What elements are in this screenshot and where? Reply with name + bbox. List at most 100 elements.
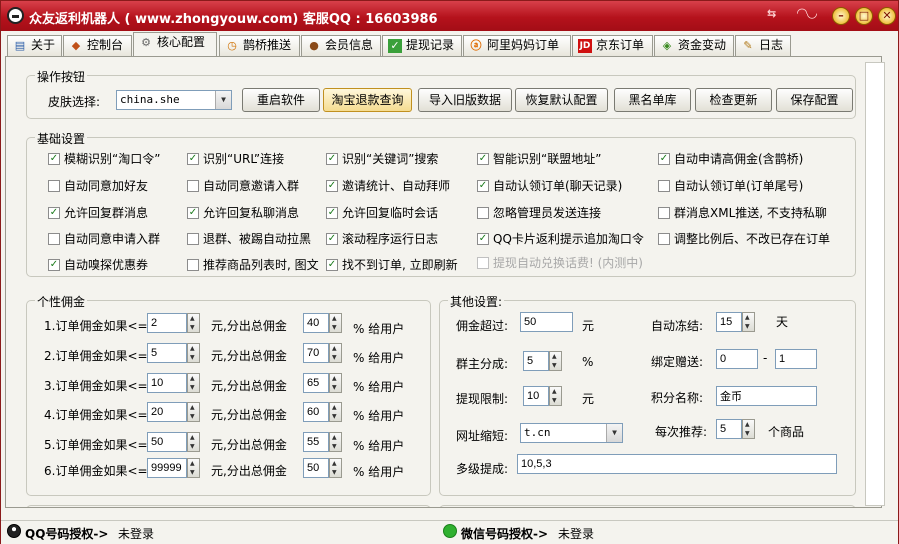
tier6-amount-spinner[interactable] <box>187 458 200 478</box>
tier1-amount-input[interactable] <box>147 313 187 333</box>
window-title: 众友返利机器人 ( www.zhongyouw.com) 客服QQ : 1660… <box>29 12 438 27</box>
checkbox-recognize-keyword[interactable]: ✓ 识别“关键词”搜索 <box>326 151 438 167</box>
blacklist-button[interactable]: 黑名单库 <box>614 88 691 112</box>
tier2-amount-input[interactable] <box>147 343 187 363</box>
save-config-button[interactable]: 保存配置 <box>776 88 853 112</box>
checkbox-recognize-url[interactable]: ✓ 识别“URL”连接 <box>187 151 284 167</box>
tab-jd-orders[interactable]: JD 京东订单 <box>572 35 653 56</box>
checkbox-ignore-admin-links[interactable]: 忽略管理员发送连接 <box>477 205 601 221</box>
next-group-right <box>439 505 856 507</box>
skin-select[interactable]: china.she ▼ <box>116 90 232 110</box>
checkbox-reply-group[interactable]: ✓ 允许回复群消息 <box>48 205 148 221</box>
chevron-down-icon[interactable]: ▼ <box>606 424 622 442</box>
tab-fund-changes[interactable]: ◈ 资金变动 <box>654 35 734 56</box>
tab-withdraw-record[interactable]: ✓ 提现记录 <box>382 35 462 56</box>
tier2-amount-spinner[interactable] <box>187 343 200 363</box>
check-icon: ✓ <box>388 39 402 53</box>
tier5-percent-spinner[interactable] <box>329 432 342 452</box>
checkbox-refresh-missing-order[interactable]: ✓ 找不到订单, 立即刷新 <box>326 257 458 273</box>
status-bar: QQ号码授权-> 未登录 微信号码授权-> 未登录 <box>1 520 898 544</box>
tier4-amount-spinner[interactable] <box>187 402 200 422</box>
bind-gift-min-input[interactable] <box>716 349 758 369</box>
tier3-percent-spinner[interactable] <box>329 373 342 393</box>
checkbox-smart-union-address[interactable]: ✓ 智能识别“联盟地址” <box>477 151 601 167</box>
checkbox-auto-high-commission[interactable]: ✓ 自动申请高佣金(含鹊桥) <box>658 151 803 167</box>
taobao-refund-query-button[interactable]: 淘宝退款查询 <box>323 88 412 112</box>
tier6-amount-input[interactable] <box>147 458 187 478</box>
multi-level-label: 多级提成: <box>456 462 509 476</box>
tier5-amount-spinner[interactable] <box>187 432 200 452</box>
tier-label: 5.订单佣金如果<= <box>44 438 148 452</box>
restore-default-button[interactable]: 恢复默认配置 <box>515 88 608 112</box>
skin-swirl-icon[interactable]: ◠◡ <box>797 6 817 21</box>
checkbox-auto-claim-chat[interactable]: ✓ 自动认领订单(聊天记录) <box>477 178 622 194</box>
multi-level-input[interactable] <box>517 454 837 474</box>
checkbox-reply-temp[interactable]: ✓ 允许回复临时会话 <box>326 205 438 221</box>
checkbox-recommend-image-text[interactable]: 推荐商品列表时, 图文 <box>187 257 319 273</box>
tier5-amount-input[interactable] <box>147 432 187 452</box>
money-icon: ◈ <box>662 39 672 52</box>
checkbox-invite-stats[interactable]: ✓ 邀请统计、自动拜师 <box>326 178 450 194</box>
chevron-down-icon[interactable]: ▼ <box>215 91 231 109</box>
tier3-percent-input[interactable] <box>303 373 329 393</box>
url-shorten-select[interactable]: t.cn ▼ <box>520 423 623 443</box>
unit-yuan: 元 <box>582 392 595 406</box>
tab-log[interactable]: ✎ 日志 <box>735 35 791 56</box>
per-recommend-spinner[interactable] <box>742 419 755 439</box>
tray-arrows-icon[interactable]: ⇆ <box>767 7 776 20</box>
percent-sign: % <box>582 355 594 369</box>
tab-member-info[interactable]: ● 会员信息 <box>301 35 381 56</box>
tab-bridge-push[interactable]: ◷ 鹊桥推送 <box>219 35 300 56</box>
checkbox-keep-existing-orders[interactable]: 调整比例后、不改已存在订单 <box>658 231 830 247</box>
vertical-scrollbar[interactable] <box>865 62 885 506</box>
wechat-auth-label[interactable]: 微信号码授权-> <box>461 525 548 542</box>
minimize-icon[interactable]: – <box>832 7 850 25</box>
maximize-icon[interactable]: □ <box>855 7 873 25</box>
tier4-percent-spinner[interactable] <box>329 402 342 422</box>
checkbox-auto-accept-group-invite[interactable]: 自动同意邀请入群 <box>187 178 299 194</box>
tier4-amount-input[interactable] <box>147 402 187 422</box>
checkbox-auto-claim-tail[interactable]: 自动认领订单(订单尾号) <box>658 178 803 194</box>
group-owner-share-spinner[interactable] <box>549 351 562 371</box>
auto-freeze-input[interactable] <box>716 312 742 332</box>
group-owner-share-label: 群主分成: <box>456 357 509 371</box>
tier1-percent-spinner[interactable] <box>329 313 342 333</box>
tier6-percent-input[interactable] <box>303 458 329 478</box>
checkbox-scroll-log[interactable]: ✓ 滚动程序运行日志 <box>326 231 438 247</box>
tier4-percent-input[interactable] <box>303 402 329 422</box>
checkbox-fuzzy-taokouling[interactable]: ✓ 模糊识别“淘口令” <box>48 151 160 167</box>
auto-freeze-spinner[interactable] <box>742 312 755 332</box>
tier1-amount-spinner[interactable] <box>187 313 200 333</box>
tier1-percent-input[interactable] <box>303 313 329 333</box>
tab-console[interactable]: ◆ 控制台 <box>63 35 132 56</box>
bind-gift-max-input[interactable] <box>775 349 817 369</box>
tab-core-config[interactable]: ⚙ 核心配置 <box>133 32 217 56</box>
commission-over-input[interactable] <box>520 312 573 332</box>
checkbox-reply-private[interactable]: ✓ 允许回复私聊消息 <box>187 205 299 221</box>
tier2-percent-spinner[interactable] <box>329 343 342 363</box>
import-old-data-button[interactable]: 导入旧版数据 <box>418 88 512 112</box>
tier3-amount-spinner[interactable] <box>187 373 200 393</box>
checkbox-qq-card-taokouling[interactable]: ✓ QQ卡片返利提示追加淘口令 <box>477 231 644 247</box>
group-owner-share-input[interactable] <box>523 351 549 371</box>
points-name-input[interactable] <box>716 386 817 406</box>
checkbox-auto-blacklist-quit[interactable]: 退群、被踢自动拉黑 <box>187 231 311 247</box>
tab-alimama-orders[interactable]: ⓐ 阿里妈妈订单 <box>463 35 571 56</box>
checkbox-group-xml-push[interactable]: 群消息XML推送, 不支持私聊 <box>658 205 827 221</box>
tab-about[interactable]: ▤ 关于 <box>7 35 62 56</box>
per-recommend-input[interactable] <box>716 419 742 439</box>
tier3-amount-input[interactable] <box>147 373 187 393</box>
qq-auth-label[interactable]: QQ号码授权-> <box>25 525 108 542</box>
check-update-button[interactable]: 检查更新 <box>695 88 772 112</box>
withdraw-limit-spinner[interactable] <box>549 386 562 406</box>
tier6-percent-spinner[interactable] <box>329 458 342 478</box>
tier2-percent-input[interactable] <box>303 343 329 363</box>
close-icon[interactable]: ✕ <box>878 7 896 25</box>
checkbox-auto-accept-join[interactable]: 自动同意申请入群 <box>48 231 160 247</box>
tier5-percent-input[interactable] <box>303 432 329 452</box>
checkbox-auto-sniff-coupon[interactable]: ✓ 自动嗅探优惠券 <box>48 257 148 273</box>
notebook-icon: ✎ <box>743 39 753 52</box>
restart-button[interactable]: 重启软件 <box>242 88 320 112</box>
checkbox-auto-accept-friend[interactable]: 自动同意加好友 <box>48 178 148 194</box>
withdraw-limit-input[interactable] <box>523 386 549 406</box>
